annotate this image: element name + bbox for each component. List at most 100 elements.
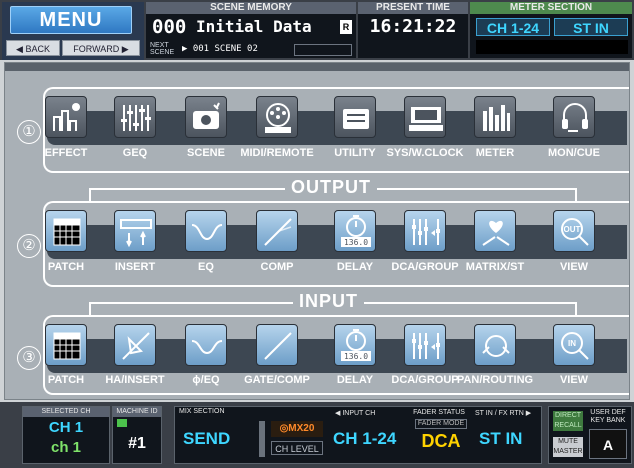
group-3-label-8: VIEW bbox=[559, 374, 589, 386]
input-title-tick-right bbox=[575, 302, 577, 316]
meter-icon bbox=[483, 105, 510, 131]
midi-icon bbox=[265, 103, 291, 133]
meter-ch-button[interactable]: CH 1-24 bbox=[476, 18, 550, 36]
present-time-header: PRESENT TIME bbox=[358, 2, 468, 14]
group-2-label-7: MATRIX/ST bbox=[465, 261, 525, 273]
group-2-label-5: DELAY bbox=[336, 261, 374, 273]
group-3-button-1[interactable] bbox=[45, 324, 87, 366]
group-1-button-6[interactable] bbox=[404, 96, 446, 138]
view-badge: IN bbox=[568, 339, 576, 348]
top-stripe bbox=[5, 63, 629, 71]
group-2-button-1[interactable] bbox=[45, 210, 87, 252]
group-3-button-5[interactable]: 136.0 bbox=[334, 324, 376, 366]
output-title-tick-right bbox=[575, 188, 577, 202]
group-2-button-2[interactable] bbox=[114, 210, 156, 252]
group-1-button-4[interactable] bbox=[256, 96, 298, 138]
mute-master-button[interactable]: MUTE MASTER bbox=[553, 437, 583, 457]
group-1-button-3[interactable] bbox=[185, 96, 227, 138]
direct-recall-line1: DIRECT bbox=[554, 412, 582, 419]
group-3-button-2[interactable] bbox=[114, 324, 156, 366]
sys-clock-icon bbox=[409, 107, 443, 131]
patch-icon bbox=[53, 332, 81, 360]
group-1-button-5[interactable] bbox=[334, 96, 376, 138]
selected-ch-header: SELECTED CH bbox=[23, 407, 109, 417]
meter-stin-button[interactable]: ST IN bbox=[554, 18, 628, 36]
group-3-number: ③ bbox=[17, 346, 41, 370]
group-3-button-6[interactable] bbox=[404, 324, 446, 366]
headphones-icon bbox=[562, 103, 588, 132]
scene-number: 000 bbox=[152, 16, 187, 38]
group-3-button-3[interactable] bbox=[185, 324, 227, 366]
group-2-button-3[interactable] bbox=[185, 210, 227, 252]
group-2-button-5[interactable]: 136.0 bbox=[334, 210, 376, 252]
mute-master-line2: MASTER bbox=[553, 448, 583, 455]
group-2-button-6[interactable] bbox=[404, 210, 446, 252]
view-badge: OUT bbox=[564, 225, 581, 234]
meter-section-panel: METER SECTION CH 1-24 ST IN bbox=[470, 2, 632, 58]
view-in-icon: IN bbox=[561, 332, 589, 360]
group-1-button-8[interactable] bbox=[553, 96, 595, 138]
next-tag-line1: NEXT bbox=[150, 42, 169, 49]
mix-fader-panel: MIX SECTION SEND ◎MX20 CH LEVEL ◀ INPUT … bbox=[174, 406, 542, 464]
group-1-label-5: UTILITY bbox=[334, 147, 376, 159]
ch-level-button[interactable]: CH LEVEL bbox=[271, 441, 323, 455]
scene-title: Initial Data bbox=[196, 17, 312, 36]
group-2-label-4: COMP bbox=[260, 261, 294, 273]
eq-icon bbox=[191, 224, 223, 241]
group-1-button-2[interactable] bbox=[114, 96, 156, 138]
mix-bus: ◎MX20 bbox=[271, 421, 323, 437]
present-time: 16:21:22 bbox=[369, 16, 457, 37]
geq-icon bbox=[121, 105, 151, 131]
selected-ch-panel[interactable]: SELECTED CH CH 1 ch 1 bbox=[22, 406, 110, 464]
group-1-button-1[interactable] bbox=[45, 96, 87, 138]
delay-display: 136.0 bbox=[344, 238, 368, 247]
user-key-panel: DIRECT RECALL MUTE MASTER USER DEF KEY B… bbox=[548, 406, 632, 464]
group-2-label-8: VIEW bbox=[559, 261, 589, 273]
group-1-number: ① bbox=[17, 120, 41, 144]
scene-memory-panel[interactable]: SCENE MEMORY 000 Initial Data R NEXT SCE… bbox=[146, 2, 356, 58]
group-2-button-7[interactable] bbox=[474, 210, 516, 252]
mix-bus-label: MX20 bbox=[288, 423, 315, 434]
forward-button[interactable]: FORWARD ▶ bbox=[62, 40, 140, 56]
group-3-label-1: PATCH bbox=[47, 374, 85, 386]
group-2-label-1: PATCH bbox=[47, 261, 85, 273]
scene-icon bbox=[193, 102, 220, 129]
matrix-icon bbox=[482, 220, 510, 246]
group-2-label-6: DCA/GROUP bbox=[391, 261, 459, 273]
back-button[interactable]: ◀ BACK bbox=[6, 40, 60, 56]
group-3-button-7[interactable] bbox=[474, 324, 516, 366]
group-3-label-5: DELAY bbox=[336, 374, 374, 386]
user-def-bank[interactable]: A bbox=[589, 429, 627, 459]
input-ch-button[interactable]: CH 1-24 bbox=[333, 429, 396, 449]
group-2-button-8[interactable]: OUT bbox=[553, 210, 595, 252]
function-menu-area: ① EFFECT GEQ SCENE MIDI/REMOTE UTILITY SYS/W.… bbox=[4, 62, 630, 400]
next-tag-line2: SCENE bbox=[150, 49, 175, 56]
group-1-label-2: GEQ bbox=[122, 147, 148, 159]
group-1-label-1: EFFECT bbox=[44, 147, 88, 159]
mix-send-button[interactable]: SEND bbox=[183, 429, 230, 449]
input-title-tick-left bbox=[89, 302, 91, 316]
group-1-label-3: SCENE bbox=[187, 147, 225, 159]
group-3-button-8[interactable]: IN bbox=[553, 324, 595, 366]
input-section-title: INPUT bbox=[293, 291, 364, 312]
direct-recall-line2: RECALL bbox=[554, 422, 582, 429]
stin-button[interactable]: ST IN bbox=[479, 429, 522, 449]
group-2-label-3: EQ bbox=[198, 261, 214, 273]
delay-icon: 136.0 bbox=[341, 215, 371, 247]
phase-eq-icon bbox=[191, 340, 223, 355]
utility-icon bbox=[343, 109, 369, 129]
group-1-label-6: SYS/W.CLOCK bbox=[386, 147, 464, 159]
menu-button[interactable]: MENU bbox=[10, 6, 132, 34]
stin-header: ST IN / FX RTN ▶ bbox=[475, 410, 532, 417]
direct-recall-button[interactable]: DIRECT RECALL bbox=[553, 411, 583, 431]
machine-id-header: MACHINE ID bbox=[113, 407, 161, 417]
fader-status-header: FADER STATUS bbox=[413, 409, 465, 416]
group-1-button-7[interactable] bbox=[474, 96, 516, 138]
meter-strip bbox=[476, 40, 628, 54]
user-def-header: USER DEF KEY BANK bbox=[587, 409, 629, 425]
group-3-label-2: HA/INSERT bbox=[105, 374, 165, 386]
user-def-line1: USER DEF bbox=[590, 409, 626, 416]
gate-comp-icon bbox=[264, 332, 292, 360]
group-2-button-4[interactable] bbox=[256, 210, 298, 252]
group-3-button-4[interactable] bbox=[256, 324, 298, 366]
